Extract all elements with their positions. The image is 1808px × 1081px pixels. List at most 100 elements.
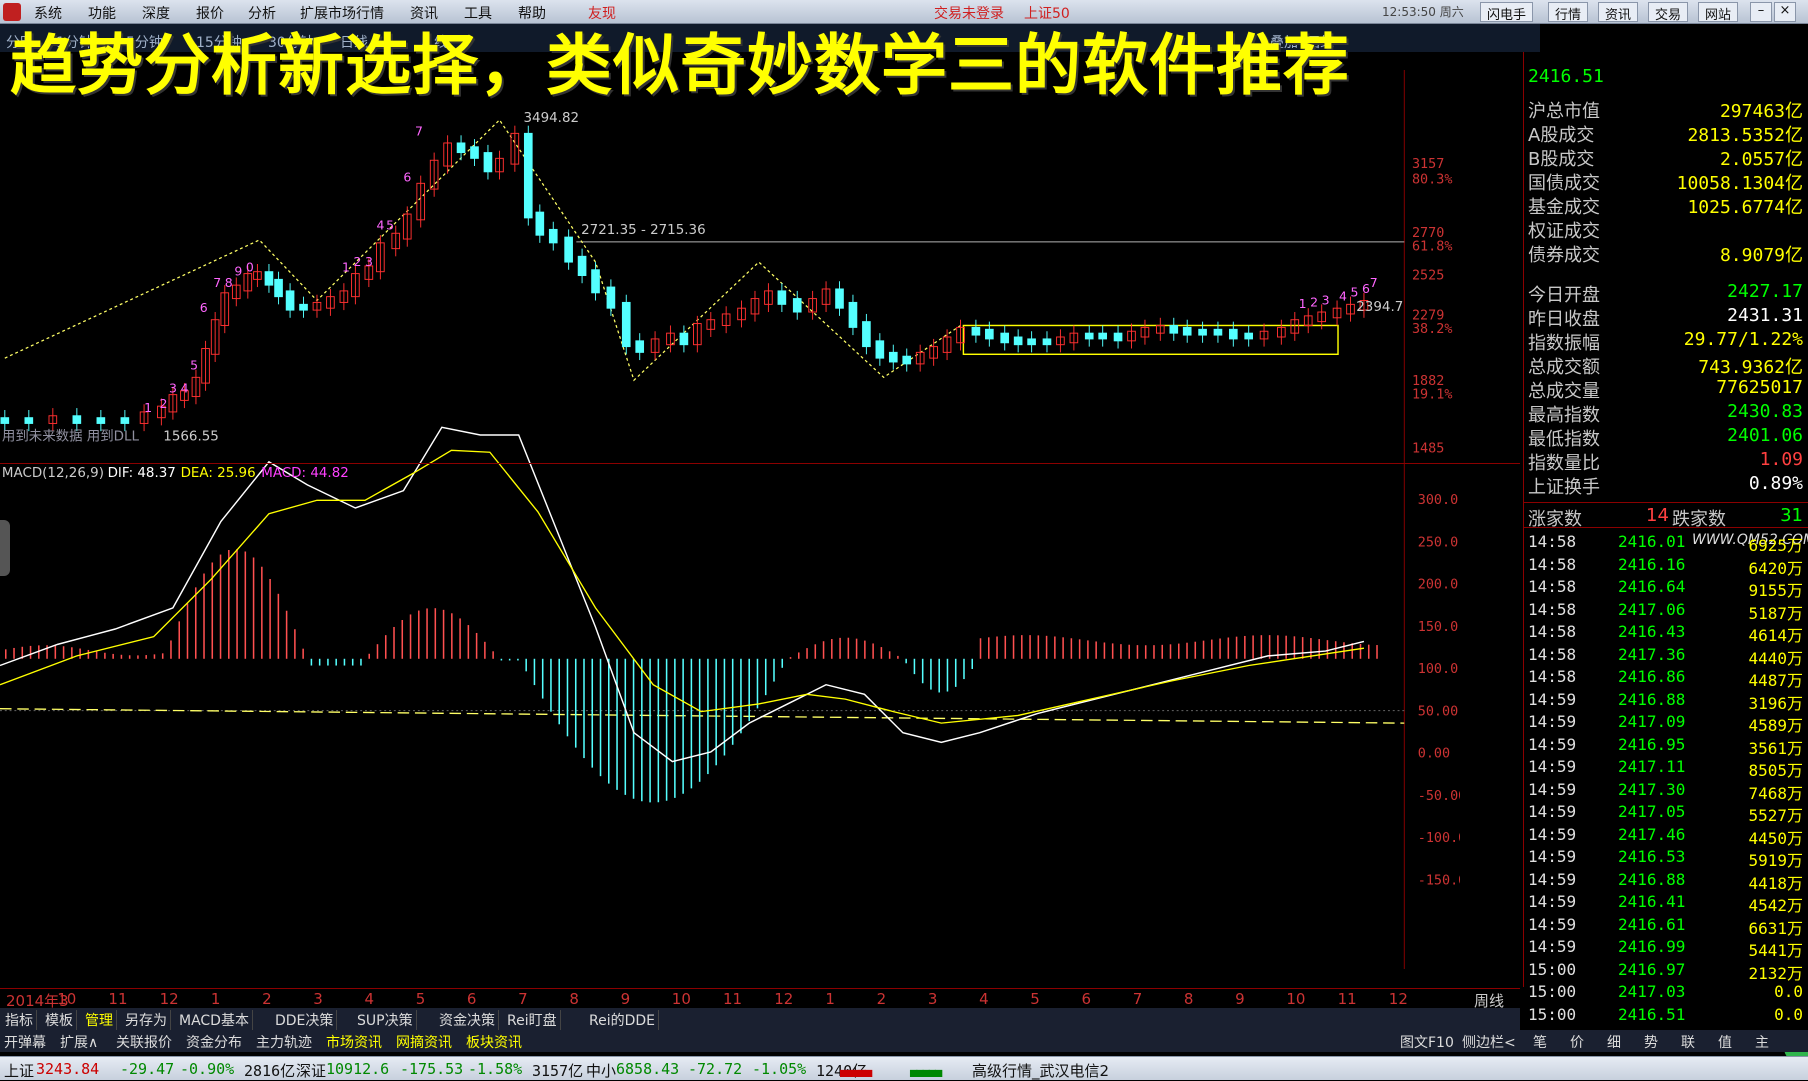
indicator-tab[interactable]: SUP决策 bbox=[354, 1010, 417, 1030]
tick-volume: 0.0 bbox=[1774, 1004, 1803, 1024]
tick-price: 2416.01 bbox=[1618, 532, 1686, 551]
right-tab[interactable]: 价 bbox=[1570, 1032, 1584, 1052]
indicator-tab[interactable]: 资金决策 bbox=[436, 1010, 499, 1030]
stat-row: 今日开盘 2427.17 bbox=[1524, 280, 1808, 306]
x-tick-label: 9 bbox=[620, 990, 631, 1008]
right-tab[interactable]: 笔 bbox=[1533, 1032, 1547, 1052]
chart-area[interactable]: 3157 80.3% 2770 61.8% 2525 2279 38.2% 18… bbox=[0, 52, 1460, 987]
tick-price: 2417.36 bbox=[1618, 644, 1686, 664]
info-tab[interactable]: 资金分布 bbox=[186, 1032, 242, 1052]
minimize-icon[interactable]: – bbox=[1750, 2, 1772, 22]
tick-row: 14:59 2416.88 4418万 bbox=[1524, 869, 1808, 893]
tick-row: 15:00 2416.51 0.0 bbox=[1524, 1005, 1808, 1027]
info-tab[interactable]: 主力轨迹 bbox=[256, 1032, 312, 1052]
menu-system[interactable]: 系统 bbox=[34, 3, 62, 23]
stat-row: 总成交额 743.9362亿 bbox=[1524, 352, 1808, 378]
macd-axis-label: 100.0 bbox=[1418, 662, 1458, 677]
future-data-note: 用到未来数据 用到DLL bbox=[2, 429, 140, 445]
tick-time: 14:59 bbox=[1528, 802, 1577, 821]
info-tab[interactable]: 板块资讯 bbox=[466, 1032, 522, 1052]
stat-value: 0.89% bbox=[1748, 473, 1803, 494]
menu-function[interactable]: 功能 bbox=[88, 3, 116, 23]
right-tab[interactable]: 细 bbox=[1607, 1032, 1621, 1052]
menu-info[interactable]: 资讯 bbox=[410, 3, 438, 23]
market-row: A股成交 2813.5352亿 bbox=[1524, 120, 1808, 146]
info-tab[interactable]: 网摘资讯 bbox=[396, 1032, 452, 1052]
macd-axis-label: -50.00 bbox=[1418, 789, 1460, 804]
sz-pct: -1.58% bbox=[468, 1060, 523, 1078]
sz-change: -175.53 bbox=[400, 1060, 464, 1078]
dea-value: DEA: 25.96 bbox=[181, 466, 256, 481]
axis-label: 80.3% bbox=[1412, 172, 1452, 187]
indicator-tab[interactable]: 模板 bbox=[42, 1010, 77, 1030]
menu-analysis[interactable]: 分析 bbox=[248, 3, 276, 23]
tick-price: 2416.64 bbox=[1618, 577, 1686, 596]
tick-volume: 5527万 bbox=[1748, 806, 1803, 825]
menu-depth[interactable]: 深度 bbox=[142, 3, 170, 23]
quote-button[interactable]: 行情 bbox=[1548, 2, 1589, 23]
lightning-button[interactable]: 闪电手 bbox=[1480, 2, 1534, 23]
stat-row: 指数振幅 29.77/1.22% bbox=[1524, 328, 1808, 354]
x-tick-label: 4 bbox=[364, 990, 375, 1008]
tick-time: 14:59 bbox=[1528, 712, 1577, 731]
close-icon[interactable]: × bbox=[1774, 2, 1796, 22]
x-tick-label: 2 bbox=[876, 990, 887, 1008]
indicator-tab[interactable]: 管理 bbox=[82, 1010, 117, 1030]
tick-volume: 3196万 bbox=[1748, 693, 1803, 713]
right-tab[interactable]: 势 bbox=[1644, 1032, 1658, 1052]
tick-row: 14:59 2416.95 3561万 bbox=[1524, 735, 1808, 758]
tick-time: 14:58 bbox=[1528, 644, 1577, 664]
tick-price: 2416.43 bbox=[1618, 622, 1686, 641]
range-label: 2721.35 - 2715.36 bbox=[581, 223, 706, 238]
stat-row: 总成交量 77625017 bbox=[1524, 376, 1808, 402]
menu-tools[interactable]: 工具 bbox=[464, 3, 492, 23]
indicator-tab[interactable]: Rei盯盘 bbox=[504, 1010, 561, 1030]
left-expand-handle[interactable] bbox=[0, 520, 10, 576]
menu-discover[interactable]: 友现 bbox=[588, 3, 616, 23]
indicator-tab[interactable]: Rei的DDE bbox=[586, 1010, 660, 1030]
info-tab[interactable]: 扩展∧ bbox=[60, 1032, 98, 1052]
right-toolbar-button[interactable]: 图文F10 bbox=[1400, 1032, 1454, 1052]
menu-help[interactable]: 帮助 bbox=[518, 3, 546, 23]
indicator-tabs: 指标 模板 管理 另存为 MACD基本 DDE决策 SUP决策 资金决策 Rei盯盘 Rei的DD… bbox=[0, 1008, 1520, 1030]
svg-text:3: 3 bbox=[365, 254, 373, 269]
right-tab[interactable]: 联 bbox=[1681, 1032, 1695, 1052]
macd-axis-label: -150.0 bbox=[1418, 874, 1460, 889]
menu-ext-market[interactable]: 扩展市场行情 bbox=[300, 3, 384, 23]
stat-row: 昨日收盘 2431.31 bbox=[1524, 304, 1808, 330]
info-tab[interactable]: 关联报价 bbox=[116, 1032, 172, 1052]
indicator-tab[interactable]: 指标 bbox=[2, 1010, 37, 1030]
tick-price: 2416.88 bbox=[1618, 869, 1686, 889]
tick-volume: 4450万 bbox=[1748, 828, 1803, 848]
stat-value: 29.77/1.22% bbox=[1683, 329, 1803, 350]
tick-volume: 4614万 bbox=[1748, 626, 1803, 645]
stat-value: 2427.17 bbox=[1727, 281, 1803, 302]
indicator-tab[interactable]: MACD基本 bbox=[176, 1010, 253, 1030]
indicator-tab[interactable]: DDE决策 bbox=[272, 1010, 338, 1030]
sh-value: 3243.84 bbox=[36, 1060, 100, 1078]
svg-text:5: 5 bbox=[190, 358, 198, 373]
indicator-tab[interactable]: 另存为 bbox=[122, 1010, 171, 1030]
right-toolbar-button[interactable]: 侧边栏< bbox=[1462, 1032, 1516, 1052]
axis-label: 1485 bbox=[1412, 441, 1444, 456]
tick-time: 14:58 bbox=[1528, 622, 1577, 641]
x-tick-label: 4 bbox=[979, 990, 989, 1008]
svg-text:2: 2 bbox=[353, 254, 361, 269]
svg-text:4: 4 bbox=[377, 217, 385, 232]
info-tab[interactable]: 开弹幕 bbox=[4, 1032, 46, 1052]
trade-status: 交易未登录 bbox=[934, 6, 1004, 22]
svg-text:1: 1 bbox=[144, 400, 152, 415]
right-tab[interactable]: 主 bbox=[1755, 1032, 1769, 1052]
website-button[interactable]: 网站 bbox=[1698, 2, 1739, 23]
macd-axis-label: -100.0 bbox=[1418, 831, 1460, 846]
right-tab[interactable]: 值 bbox=[1718, 1032, 1732, 1052]
sh-label: 上证 bbox=[4, 1062, 35, 1080]
info-tab[interactable]: 市场资讯 bbox=[326, 1032, 382, 1052]
stat-row: 上证换手 0.89% bbox=[1524, 472, 1808, 498]
trade-button[interactable]: 交易 bbox=[1648, 2, 1689, 23]
svg-text:9: 9 bbox=[234, 264, 242, 279]
tick-price: 2416.16 bbox=[1618, 554, 1686, 574]
x-tick-label: 12 bbox=[1388, 990, 1408, 1008]
menu-quote[interactable]: 报价 bbox=[196, 3, 224, 23]
info-button[interactable]: 资讯 bbox=[1598, 2, 1639, 23]
